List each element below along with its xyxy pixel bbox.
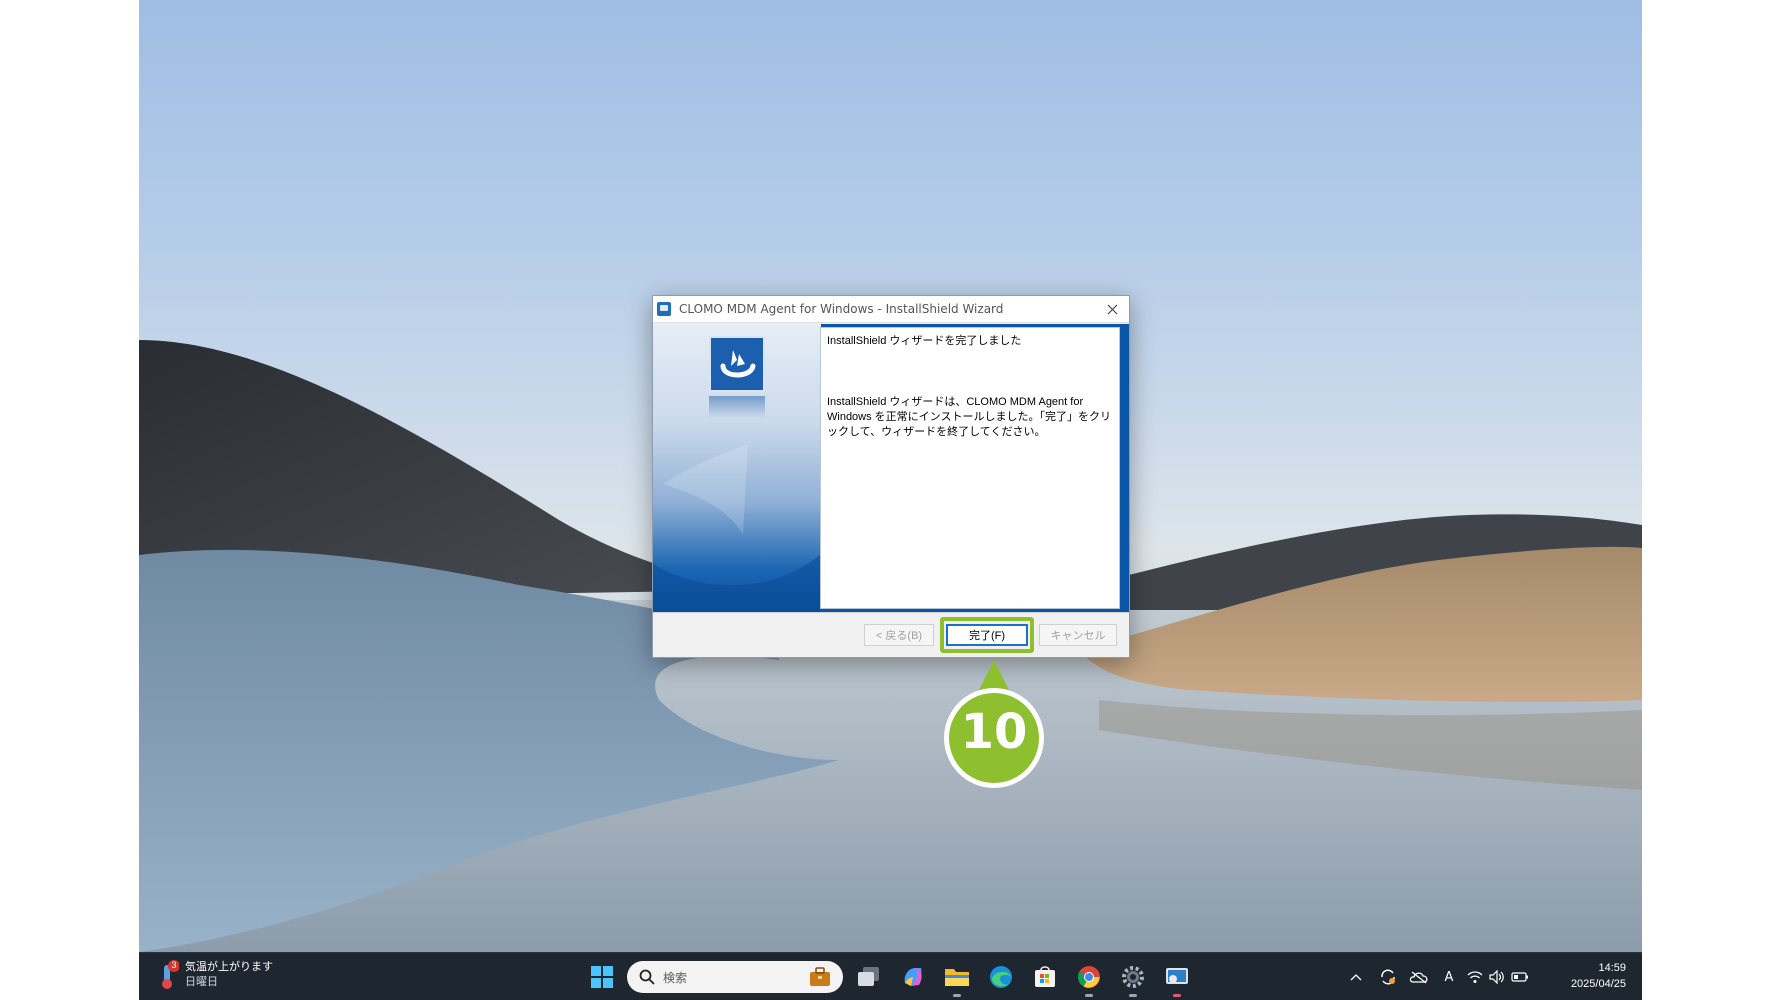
taskbar-clock[interactable]: 14:59 2025/04/25 — [1571, 960, 1626, 992]
running-indicator — [953, 994, 961, 997]
clock-date: 2025/04/25 — [1570, 978, 1626, 990]
start-icon — [591, 966, 613, 988]
completion-heading: InstallShield ウィザードを完了しました — [827, 335, 1022, 347]
task-view-icon — [858, 967, 879, 986]
close-button[interactable] — [1095, 296, 1129, 323]
installshield-wizard-dialog: CLOMO MDM Agent for Windows - InstallShi… — [652, 295, 1130, 658]
search-icon — [639, 969, 655, 985]
onedrive-tray-button[interactable] — [1407, 965, 1431, 989]
work-briefcase-icon — [810, 967, 830, 986]
dialog-titlebar[interactable]: CLOMO MDM Agent for Windows - InstallShi… — [653, 296, 1129, 323]
microsoft-store-icon — [1035, 966, 1055, 987]
running-indicator — [1085, 994, 1093, 997]
file-explorer-button[interactable] — [941, 961, 973, 997]
wizard-side-banner — [653, 324, 821, 612]
completion-message: InstallShield ウィザードは、CLOMO MDM Agent for… — [827, 396, 1111, 438]
start-button[interactable] — [586, 961, 618, 993]
back-button[interactable]: < 戻る(B) — [864, 624, 934, 646]
cancel-button[interactable]: キャンセル — [1039, 624, 1117, 646]
copilot-button[interactable] — [897, 961, 929, 993]
weather-headline: 気温が上がります — [185, 961, 273, 973]
installer-app-icon — [1166, 968, 1188, 984]
finish-button[interactable]: 完了(F) — [946, 624, 1028, 646]
cloud-offline-icon — [1409, 971, 1428, 984]
search-placeholder: 検索 — [663, 970, 688, 985]
show-hidden-icons-button[interactable] — [1346, 965, 1366, 989]
microsoft-store-button[interactable] — [1029, 961, 1061, 993]
installer-app-icon — [657, 302, 671, 316]
close-icon — [1107, 304, 1117, 315]
desktop-screen: CLOMO MDM Agent for Windows - InstallShi… — [139, 0, 1642, 1000]
chrome-icon — [1078, 966, 1100, 988]
wifi-icon — [1467, 971, 1483, 983]
chevron-up-icon — [1350, 974, 1362, 981]
chrome-button[interactable] — [1073, 961, 1105, 997]
edge-icon — [990, 966, 1012, 988]
taskbar-search[interactable]: 検索 — [627, 961, 843, 993]
banner-swoosh-graphic — [653, 444, 821, 612]
dialog-title: CLOMO MDM Agent for Windows - InstallShi… — [679, 302, 1004, 316]
running-indicator — [1173, 994, 1181, 997]
volume-icon — [1489, 970, 1504, 984]
weather-day: 日曜日 — [185, 976, 218, 988]
taskbar: 3 気温が上がります 日曜日 検索 A 14:59 2025/04/25 — [139, 952, 1642, 1000]
installer-taskbar-button[interactable] — [1161, 961, 1193, 997]
weather-badge: 3 — [171, 960, 177, 970]
installshield-logo-icon — [709, 336, 765, 392]
step-callout: 10 — [939, 660, 1049, 790]
running-indicator — [1129, 994, 1137, 997]
task-view-button[interactable] — [853, 961, 885, 993]
wizard-content-panel: InstallShield ウィザードを完了しました InstallShield… — [820, 327, 1120, 609]
sync-icon — [1381, 969, 1395, 985]
battery-icon — [1511, 972, 1528, 982]
step-number: 10 — [960, 704, 1028, 760]
ime-mode-indicator[interactable]: A — [1439, 965, 1459, 989]
settings-icon — [1122, 966, 1144, 988]
quick-settings-button[interactable] — [1467, 965, 1529, 989]
thermometer-icon: 3 — [157, 959, 180, 991]
copilot-icon — [904, 968, 922, 986]
dialog-footer: < 戻る(B) 完了(F) キャンセル — [653, 612, 1129, 657]
logo-reflection — [709, 396, 765, 418]
clock-time: 14:59 — [1598, 962, 1626, 974]
sync-tray-button[interactable] — [1376, 965, 1400, 989]
weather-widget[interactable]: 3 気温が上がります 日曜日 — [157, 959, 273, 991]
settings-button[interactable] — [1117, 961, 1149, 997]
dialog-body: InstallShield ウィザードを完了しました InstallShield… — [653, 324, 1129, 612]
edge-button[interactable] — [985, 961, 1017, 993]
file-explorer-icon — [945, 969, 969, 986]
